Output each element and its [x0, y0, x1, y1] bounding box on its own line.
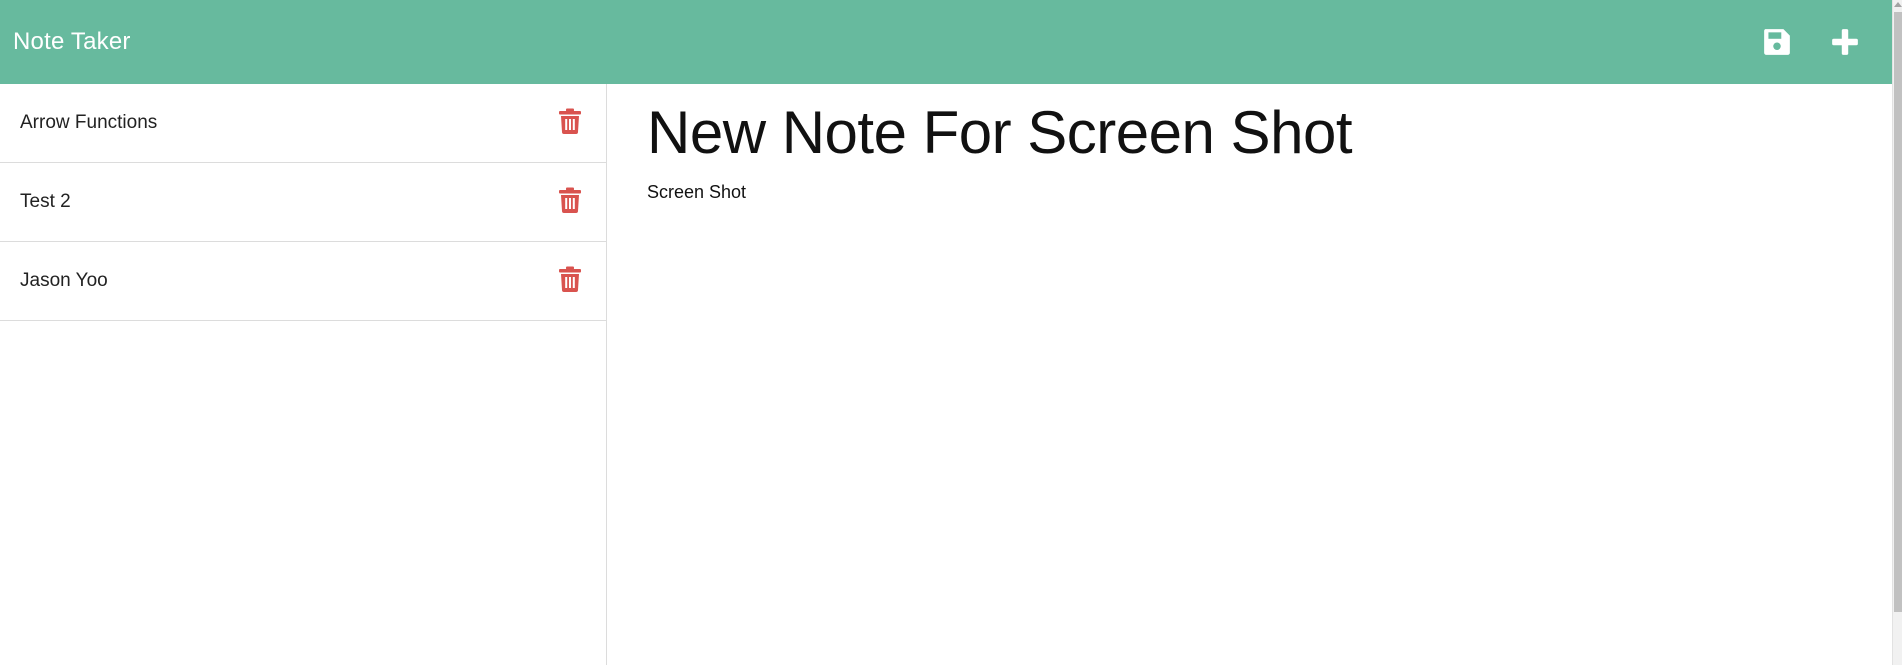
- delete-note-button[interactable]: [558, 108, 582, 139]
- delete-note-button[interactable]: [558, 266, 582, 297]
- note-editor: New Note For Screen Shot Screen Shot: [607, 84, 1892, 665]
- scroll-up-arrow-icon[interactable]: [1894, 2, 1902, 7]
- delete-note-button[interactable]: [558, 187, 582, 218]
- new-note-button[interactable]: [1811, 0, 1879, 84]
- scroll-thumb[interactable]: [1894, 12, 1902, 612]
- trash-icon: [559, 187, 581, 218]
- save-note-button[interactable]: [1743, 0, 1811, 84]
- note-title-input[interactable]: New Note For Screen Shot: [647, 100, 1852, 166]
- note-taker-app: Note Taker Arrow Functions Test 2 Jason …: [0, 0, 1902, 665]
- page-scrollbar[interactable]: [1892, 0, 1902, 665]
- save-icon: [1762, 27, 1792, 57]
- note-list-item[interactable]: Jason Yoo: [0, 242, 606, 321]
- app-title[interactable]: Note Taker: [13, 28, 131, 56]
- trash-icon: [559, 108, 581, 139]
- note-list-item-title[interactable]: Jason Yoo: [20, 270, 108, 292]
- note-list-item[interactable]: Arrow Functions: [0, 84, 606, 163]
- note-list-panel: Arrow Functions Test 2 Jason Yoo: [0, 84, 607, 665]
- nav-actions: [1743, 0, 1879, 84]
- note-list-item[interactable]: Test 2: [0, 163, 606, 242]
- note-list-item-title[interactable]: Arrow Functions: [20, 112, 157, 134]
- note-list-item-title[interactable]: Test 2: [20, 191, 71, 213]
- note-list: Arrow Functions Test 2 Jason Yoo: [0, 84, 606, 321]
- navbar: Note Taker: [0, 0, 1892, 84]
- trash-icon: [559, 266, 581, 297]
- plus-icon: [1830, 27, 1860, 57]
- note-textarea[interactable]: Screen Shot: [647, 182, 1852, 203]
